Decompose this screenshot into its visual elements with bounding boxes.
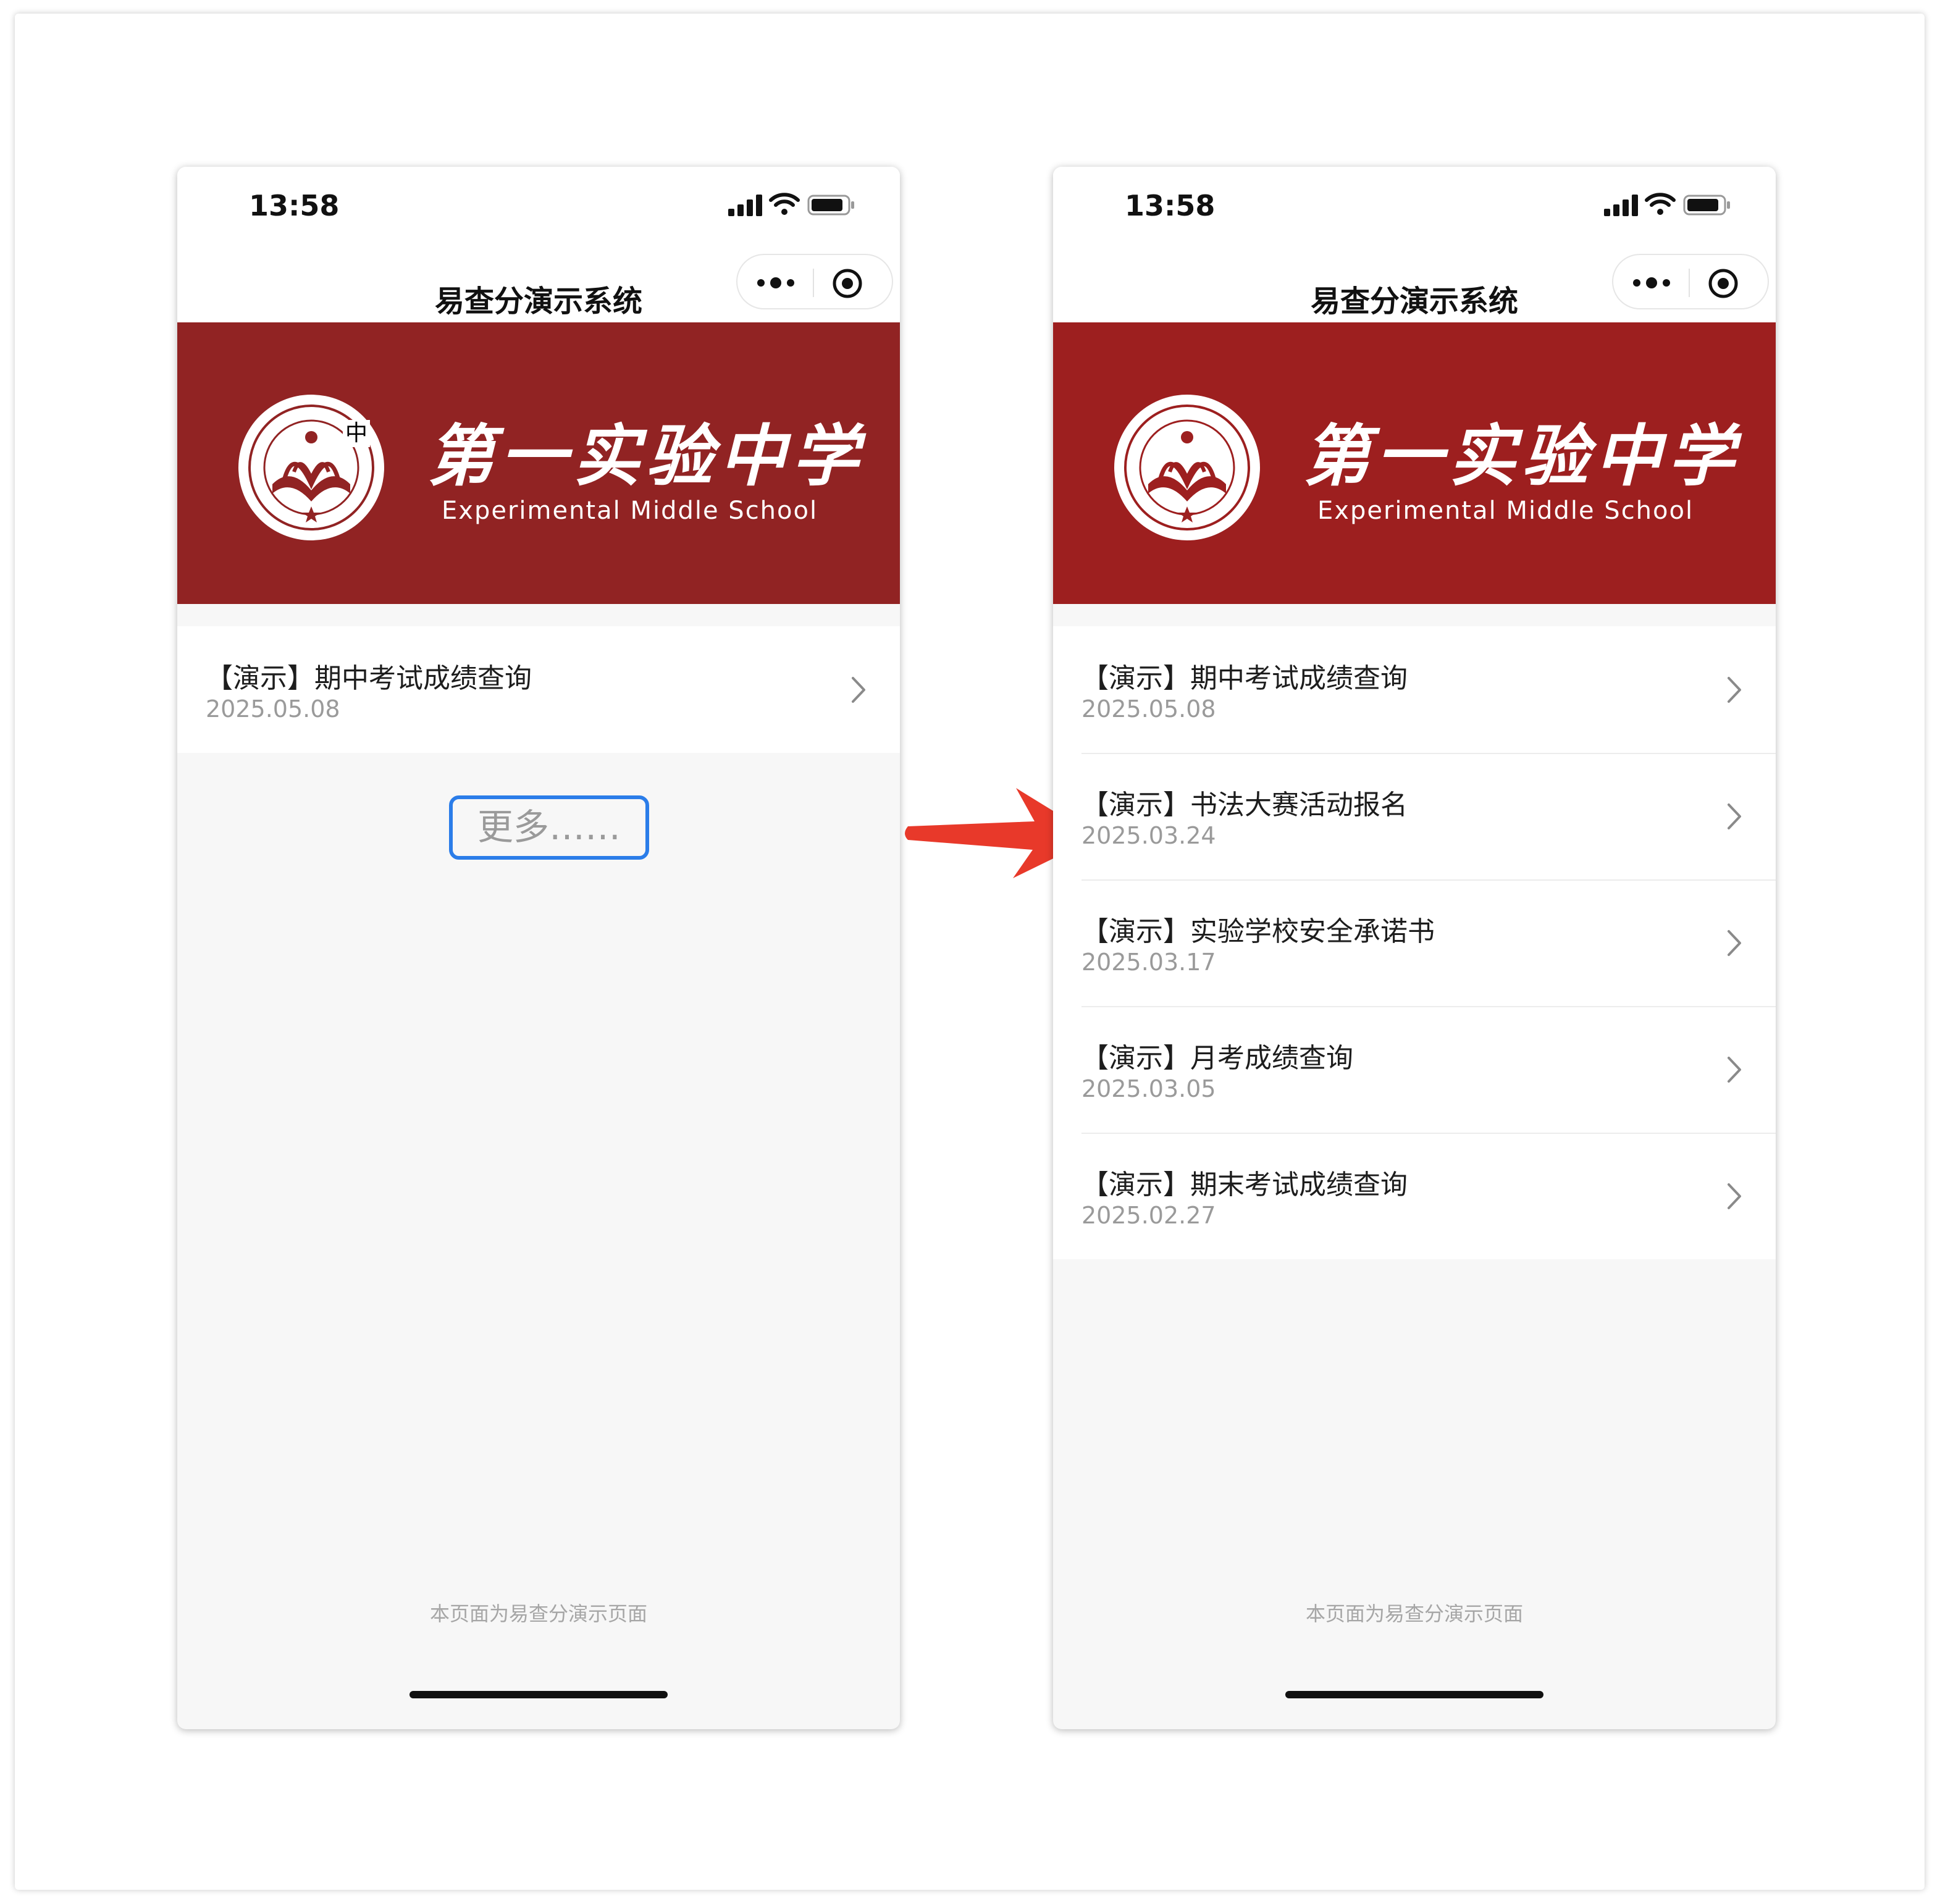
list-item-date: 2025.05.08	[1081, 695, 1216, 723]
battery-icon	[807, 195, 854, 216]
home-indicator	[409, 1691, 668, 1698]
target-icon[interactable]	[831, 267, 863, 300]
list-item-title: 【演示】期末考试成绩查询	[1081, 1169, 1408, 1201]
status-bar: 13:58	[177, 167, 900, 247]
list-item-title: 【演示】期中考试成绩查询	[206, 663, 532, 694]
capsule-divider	[1689, 269, 1690, 297]
school-banner: 第一实验中学 Experimental Middle School 中	[177, 322, 900, 604]
footer-note: 本页面为易查分演示页面	[429, 1602, 647, 1625]
list-item-date: 2025.02.27	[1081, 1202, 1216, 1229]
chevron-right-icon	[1728, 803, 1741, 829]
phone-screen-after: 13:58 易查分演示系统 第一实验中学 Experimental Middle…	[1053, 167, 1776, 1729]
phone-screen-before: 13:58 易查分演示系统 第一实验中学 Experimental Middle…	[177, 167, 900, 1729]
status-bar: 13:58	[1053, 167, 1776, 247]
school-name-en: Experimental Middle School	[1317, 497, 1694, 525]
list-item-title: 【演示】实验学校安全承诺书	[1081, 916, 1435, 947]
footer-note: 本页面为易查分演示页面	[1305, 1602, 1523, 1625]
ime-indicator: 中	[343, 420, 371, 447]
cellular-signal-icon	[1604, 195, 1638, 216]
nav-bar: 易查分演示系统	[177, 247, 900, 322]
list-item[interactable]: 【演示】期中考试成绩查询 2025.05.08	[177, 626, 900, 753]
miniprogram-capsule	[1612, 254, 1769, 309]
list-item-title: 【演示】期中考试成绩查询	[1081, 663, 1408, 694]
nav-bar: 易查分演示系统	[1053, 247, 1776, 322]
list-item[interactable]: 【演示】月考成绩查询 2025.03.05	[1053, 1006, 1776, 1133]
chevron-right-icon	[852, 677, 865, 703]
target-icon[interactable]	[1707, 267, 1739, 300]
cellular-signal-icon	[728, 195, 762, 216]
list-item[interactable]: 【演示】实验学校安全承诺书 2025.03.17	[1053, 879, 1776, 1006]
capsule-divider	[813, 269, 814, 297]
school-name-cn: 第一实验中学	[427, 417, 865, 495]
list-item[interactable]: 【演示】书法大赛活动报名 2025.03.24	[1053, 753, 1776, 879]
school-banner: 第一实验中学 Experimental Middle School	[1053, 322, 1776, 604]
chevron-right-icon	[1728, 930, 1741, 956]
status-time: 13:58	[1125, 189, 1216, 222]
wifi-icon	[769, 193, 800, 215]
notice-list: 【演示】期中考试成绩查询 2025.05.08 【演示】书法大赛活动报名 202…	[1053, 626, 1776, 1259]
list-item[interactable]: 【演示】期末考试成绩查询 2025.02.27	[1053, 1133, 1776, 1259]
list-item-date: 2025.03.24	[1081, 822, 1216, 849]
status-time: 13:58	[249, 189, 340, 222]
list-item-title: 【演示】书法大赛活动报名	[1081, 789, 1408, 821]
school-emblem-icon	[238, 395, 384, 540]
list-item-date: 2025.03.17	[1081, 949, 1216, 976]
wifi-icon	[1645, 193, 1676, 215]
list-item-title: 【演示】月考成绩查询	[1081, 1042, 1353, 1074]
more-dots-icon[interactable]	[1631, 274, 1673, 292]
more-dots-icon[interactable]	[755, 274, 797, 292]
notice-list: 【演示】期中考试成绩查询 2025.05.08	[177, 626, 900, 753]
school-name-en: Experimental Middle School	[442, 497, 818, 525]
school-name-cn: 第一实验中学	[1303, 417, 1741, 495]
chevron-right-icon	[1728, 677, 1741, 703]
school-emblem-icon	[1114, 395, 1260, 540]
home-indicator	[1285, 1691, 1543, 1698]
chevron-right-icon	[1728, 1183, 1741, 1209]
load-more-button[interactable]: 更多……	[449, 795, 649, 860]
list-item-date: 2025.03.05	[1081, 1075, 1216, 1102]
list-item-date: 2025.05.08	[206, 695, 340, 723]
battery-icon	[1683, 195, 1730, 216]
chevron-right-icon	[1728, 1057, 1741, 1083]
list-item[interactable]: 【演示】期中考试成绩查询 2025.05.08	[1053, 626, 1776, 753]
miniprogram-capsule	[736, 254, 893, 309]
